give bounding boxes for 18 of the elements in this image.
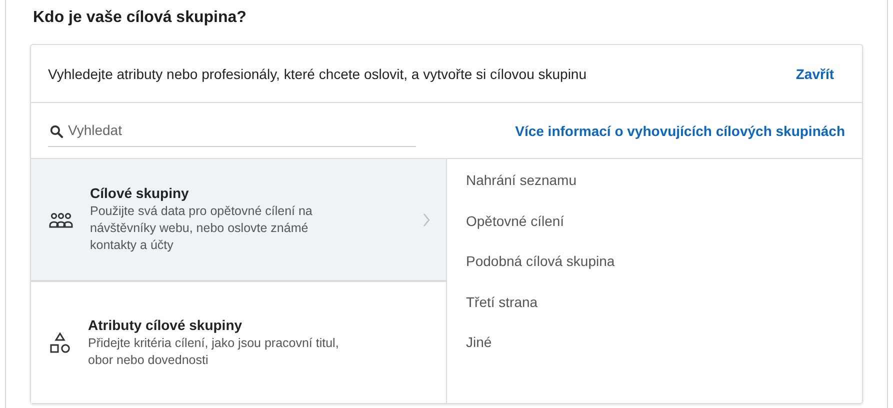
category-description: Přidejte kritéria cílení, jako jsou pracovní titul, obor nebo dovednosti bbox=[88, 334, 340, 368]
option-item[interactable]: Opětovné cílení bbox=[466, 212, 843, 252]
people-icon bbox=[49, 212, 73, 228]
category-title: Cílové skupiny bbox=[90, 185, 190, 201]
chevron-icon bbox=[423, 212, 430, 226]
close-link[interactable]: Zavřít bbox=[796, 66, 834, 82]
category-description: Použijte svá data pro opětovné cílení na návštěvníky webu, nebo oslovte známé kontakty a účty bbox=[90, 203, 314, 254]
option-item[interactable]: Podobná cílová skupina bbox=[466, 252, 843, 292]
option-item[interactable]: Nahrání seznamu bbox=[466, 171, 843, 212]
section-heading: Kdo je vaše cílová skupina? bbox=[33, 8, 248, 28]
category-item[interactable]: Atributy cílové skupiny Přidejte kritéria cílení, jako jsou pracovní titul, obor nebo dovednosti bbox=[31, 280, 446, 403]
option-item[interactable]: Jiné bbox=[466, 333, 843, 374]
intro-text: Vyhledejte atributy nebo profesionály, které chcete oslovit, a vytvořte si cílovou skupinu bbox=[48, 66, 587, 82]
category-item[interactable]: Cílové skupiny Použijte svá data pro opětovné cílení na návštěvníky webu, nebo oslovte známé kontakty a účty bbox=[31, 159, 446, 280]
shapes-icon bbox=[49, 332, 71, 354]
option-item[interactable]: Třetí strana bbox=[466, 292, 843, 333]
info-link[interactable]: Více informací o vyhovujících cílových skupinách bbox=[515, 122, 845, 138]
category-title: Atributy cílové skupiny bbox=[88, 316, 244, 332]
